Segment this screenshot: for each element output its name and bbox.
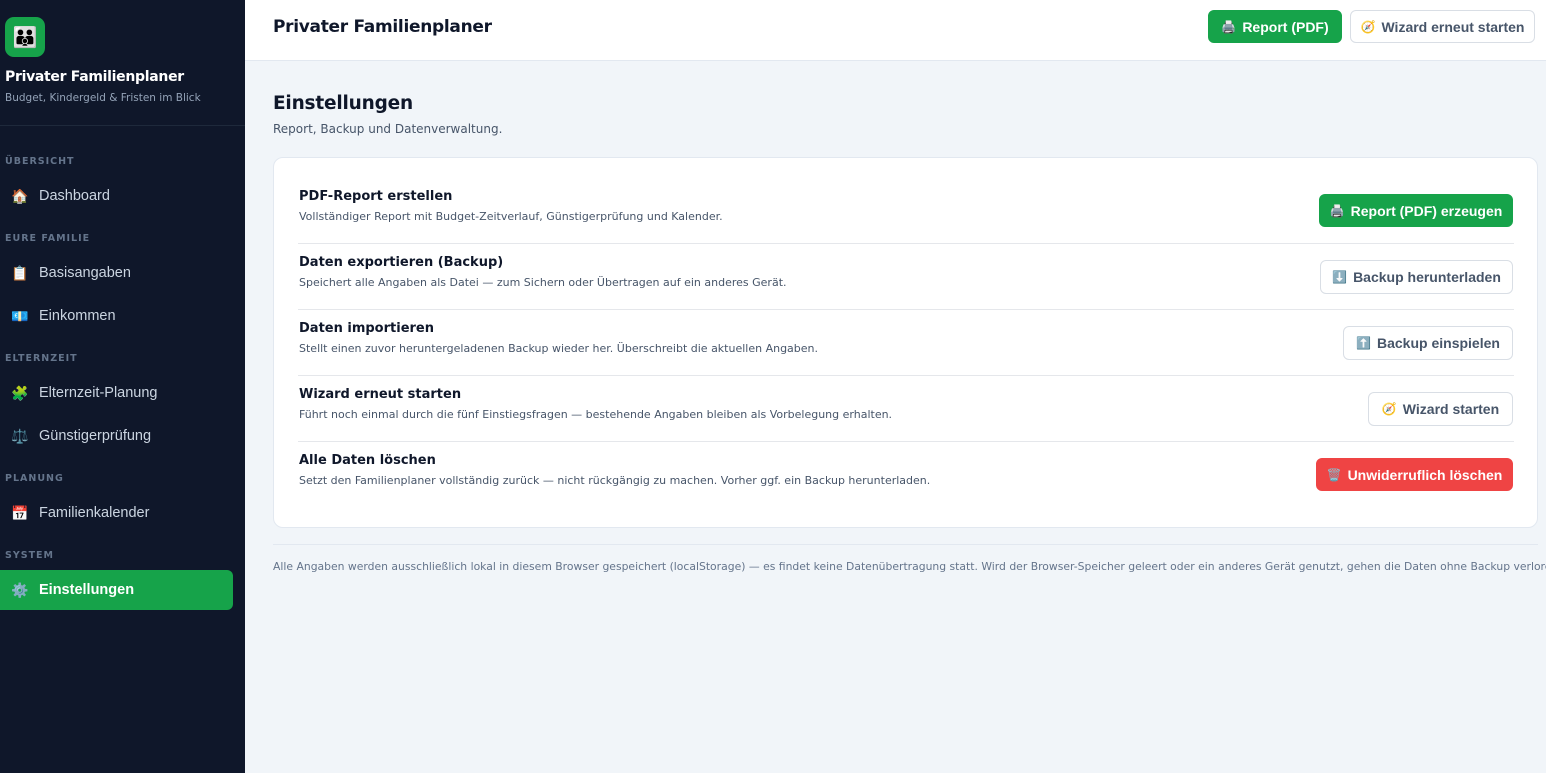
row-description: Führt noch einmal durch die fünf Einstie… xyxy=(299,408,893,421)
sidebar-item-label: Basisangaben xyxy=(39,265,131,281)
printer-icon: 🖨️ xyxy=(1221,19,1237,34)
clipboard-icon: 📋 xyxy=(11,264,29,281)
sidebar-item-guenstigerpruefung[interactable]: ⚖️ Günstigerprüfung xyxy=(0,416,233,456)
sidebar-item-label: Einstellungen xyxy=(39,582,135,598)
nav-section-elternzeit: ELTERNZEIT xyxy=(5,353,78,364)
puzzle-icon: 🧩 xyxy=(11,384,29,401)
start-wizard-button[interactable]: 🧭 Wizard starten xyxy=(1368,392,1513,426)
delete-all-data-button-label: Unwiderruflich löschen xyxy=(1347,466,1503,483)
money-icon: 💶 xyxy=(11,307,29,324)
brand-title: Privater Familienplaner xyxy=(5,69,184,85)
report-pdf-button[interactable]: 🖨️ Report (PDF) xyxy=(1208,10,1342,43)
sidebar-item-label: Einkommen xyxy=(39,308,116,324)
row-description: Speichert alle Angaben als Datei — zum S… xyxy=(299,276,787,289)
trash-icon: 🗑️ xyxy=(1326,467,1342,482)
brand: 👪 Privater Familienplaner Budget, Kinder… xyxy=(0,0,245,126)
row-description: Stellt einen zuvor heruntergeladenen Bac… xyxy=(299,342,819,355)
settings-row-pdf-report: PDF-Report erstellen Vollständiger Repor… xyxy=(298,178,1514,244)
settings-row-delete-data: Alle Daten löschen Setzt den Familienpla… xyxy=(298,442,1514,508)
row-title: Wizard erneut starten xyxy=(299,387,462,402)
generate-pdf-report-button[interactable]: 🖨️ Report (PDF) erzeugen xyxy=(1319,194,1513,227)
row-title: Daten importieren xyxy=(299,321,434,336)
printer-icon: 🖨️ xyxy=(1329,203,1345,218)
import-backup-button[interactable]: ⬆️ Backup einspielen xyxy=(1343,326,1513,360)
page-title: Einstellungen xyxy=(273,93,413,114)
gear-icon: ⚙️ xyxy=(11,581,29,598)
nav-section-eure-familie: EURE FAMILIE xyxy=(5,233,91,244)
sidebar-item-einkommen[interactable]: 💶 Einkommen xyxy=(0,296,233,336)
house-icon: 🏠 xyxy=(11,187,29,204)
row-title: Daten exportieren (Backup) xyxy=(299,255,504,270)
start-wizard-button-label: Wizard starten xyxy=(1402,401,1500,417)
footer-divider xyxy=(273,544,1538,545)
sidebar-item-basisangaben[interactable]: 📋 Basisangaben xyxy=(0,253,233,293)
settings-row-wizard: Wizard erneut starten Führt noch einmal … xyxy=(298,376,1514,442)
sidebar-item-label: Familienkalender xyxy=(39,505,150,521)
sidebar-item-familienkalender[interactable]: 📅 Familienkalender xyxy=(0,493,233,533)
sidebar-item-dashboard[interactable]: 🏠 Dashboard xyxy=(0,176,233,216)
sidebar-item-label: Dashboard xyxy=(39,188,110,204)
brand-subtitle: Budget, Kindergeld & Fristen im Blick xyxy=(5,92,201,104)
scales-icon: ⚖️ xyxy=(11,427,29,444)
wizard-restart-button[interactable]: 🧭 Wizard erneut starten xyxy=(1350,10,1535,43)
privacy-note: Alle Angaben werden ausschließlich lokal… xyxy=(273,560,1546,573)
generate-pdf-report-button-label: Report (PDF) erzeugen xyxy=(1350,202,1503,219)
import-backup-button-label: Backup einspielen xyxy=(1377,335,1500,351)
sidebar-item-einstellungen[interactable]: ⚙️ Einstellungen xyxy=(0,570,233,610)
settings-row-import-data: Daten importieren Stellt einen zuvor her… xyxy=(298,310,1514,376)
nav-section-system: SYSTEM xyxy=(5,550,54,561)
sidebar-item-elternzeit-planung[interactable]: 🧩 Elternzeit-Planung xyxy=(0,373,233,413)
row-title: Alle Daten löschen xyxy=(299,453,436,468)
delete-all-data-button[interactable]: 🗑️ Unwiderruflich löschen xyxy=(1316,458,1513,491)
nav-section-planung: PLANUNG xyxy=(5,473,64,484)
settings-row-export-backup: Daten exportieren (Backup) Speichert all… xyxy=(298,244,1514,310)
row-description: Setzt den Familienplaner vollständig zur… xyxy=(299,474,931,487)
upload-arrow-icon: ⬆️ xyxy=(1356,336,1371,350)
download-arrow-icon: ⬇️ xyxy=(1332,270,1348,284)
compass-icon: 🧭 xyxy=(1381,402,1397,416)
compass-icon: 🧭 xyxy=(1360,19,1376,34)
row-title: PDF-Report erstellen xyxy=(299,189,453,204)
download-backup-button[interactable]: ⬇️ Backup herunterladen xyxy=(1320,260,1513,294)
family-icon: 👪 xyxy=(5,17,45,57)
sidebar-item-label: Elternzeit-Planung xyxy=(39,385,158,401)
settings-card: PDF-Report erstellen Vollständiger Repor… xyxy=(273,157,1538,528)
download-backup-button-label: Backup herunterladen xyxy=(1353,269,1501,285)
wizard-restart-button-label: Wizard erneut starten xyxy=(1381,18,1525,35)
sidebar: 👪 Privater Familienplaner Budget, Kinder… xyxy=(0,0,245,773)
topbar: Privater Familienplaner 🖨️ Report (PDF) … xyxy=(245,0,1546,61)
nav-section-uebersicht: ÜBERSICHT xyxy=(5,156,75,167)
page-header-title: Privater Familienplaner xyxy=(273,17,492,37)
calendar-icon: 📅 xyxy=(11,504,29,521)
page-subtitle: Report, Backup und Datenverwaltung. xyxy=(273,122,503,136)
report-pdf-button-label: Report (PDF) xyxy=(1242,18,1329,35)
sidebar-item-label: Günstigerprüfung xyxy=(39,428,152,444)
row-description: Vollständiger Report mit Budget-Zeitverl… xyxy=(299,210,723,223)
